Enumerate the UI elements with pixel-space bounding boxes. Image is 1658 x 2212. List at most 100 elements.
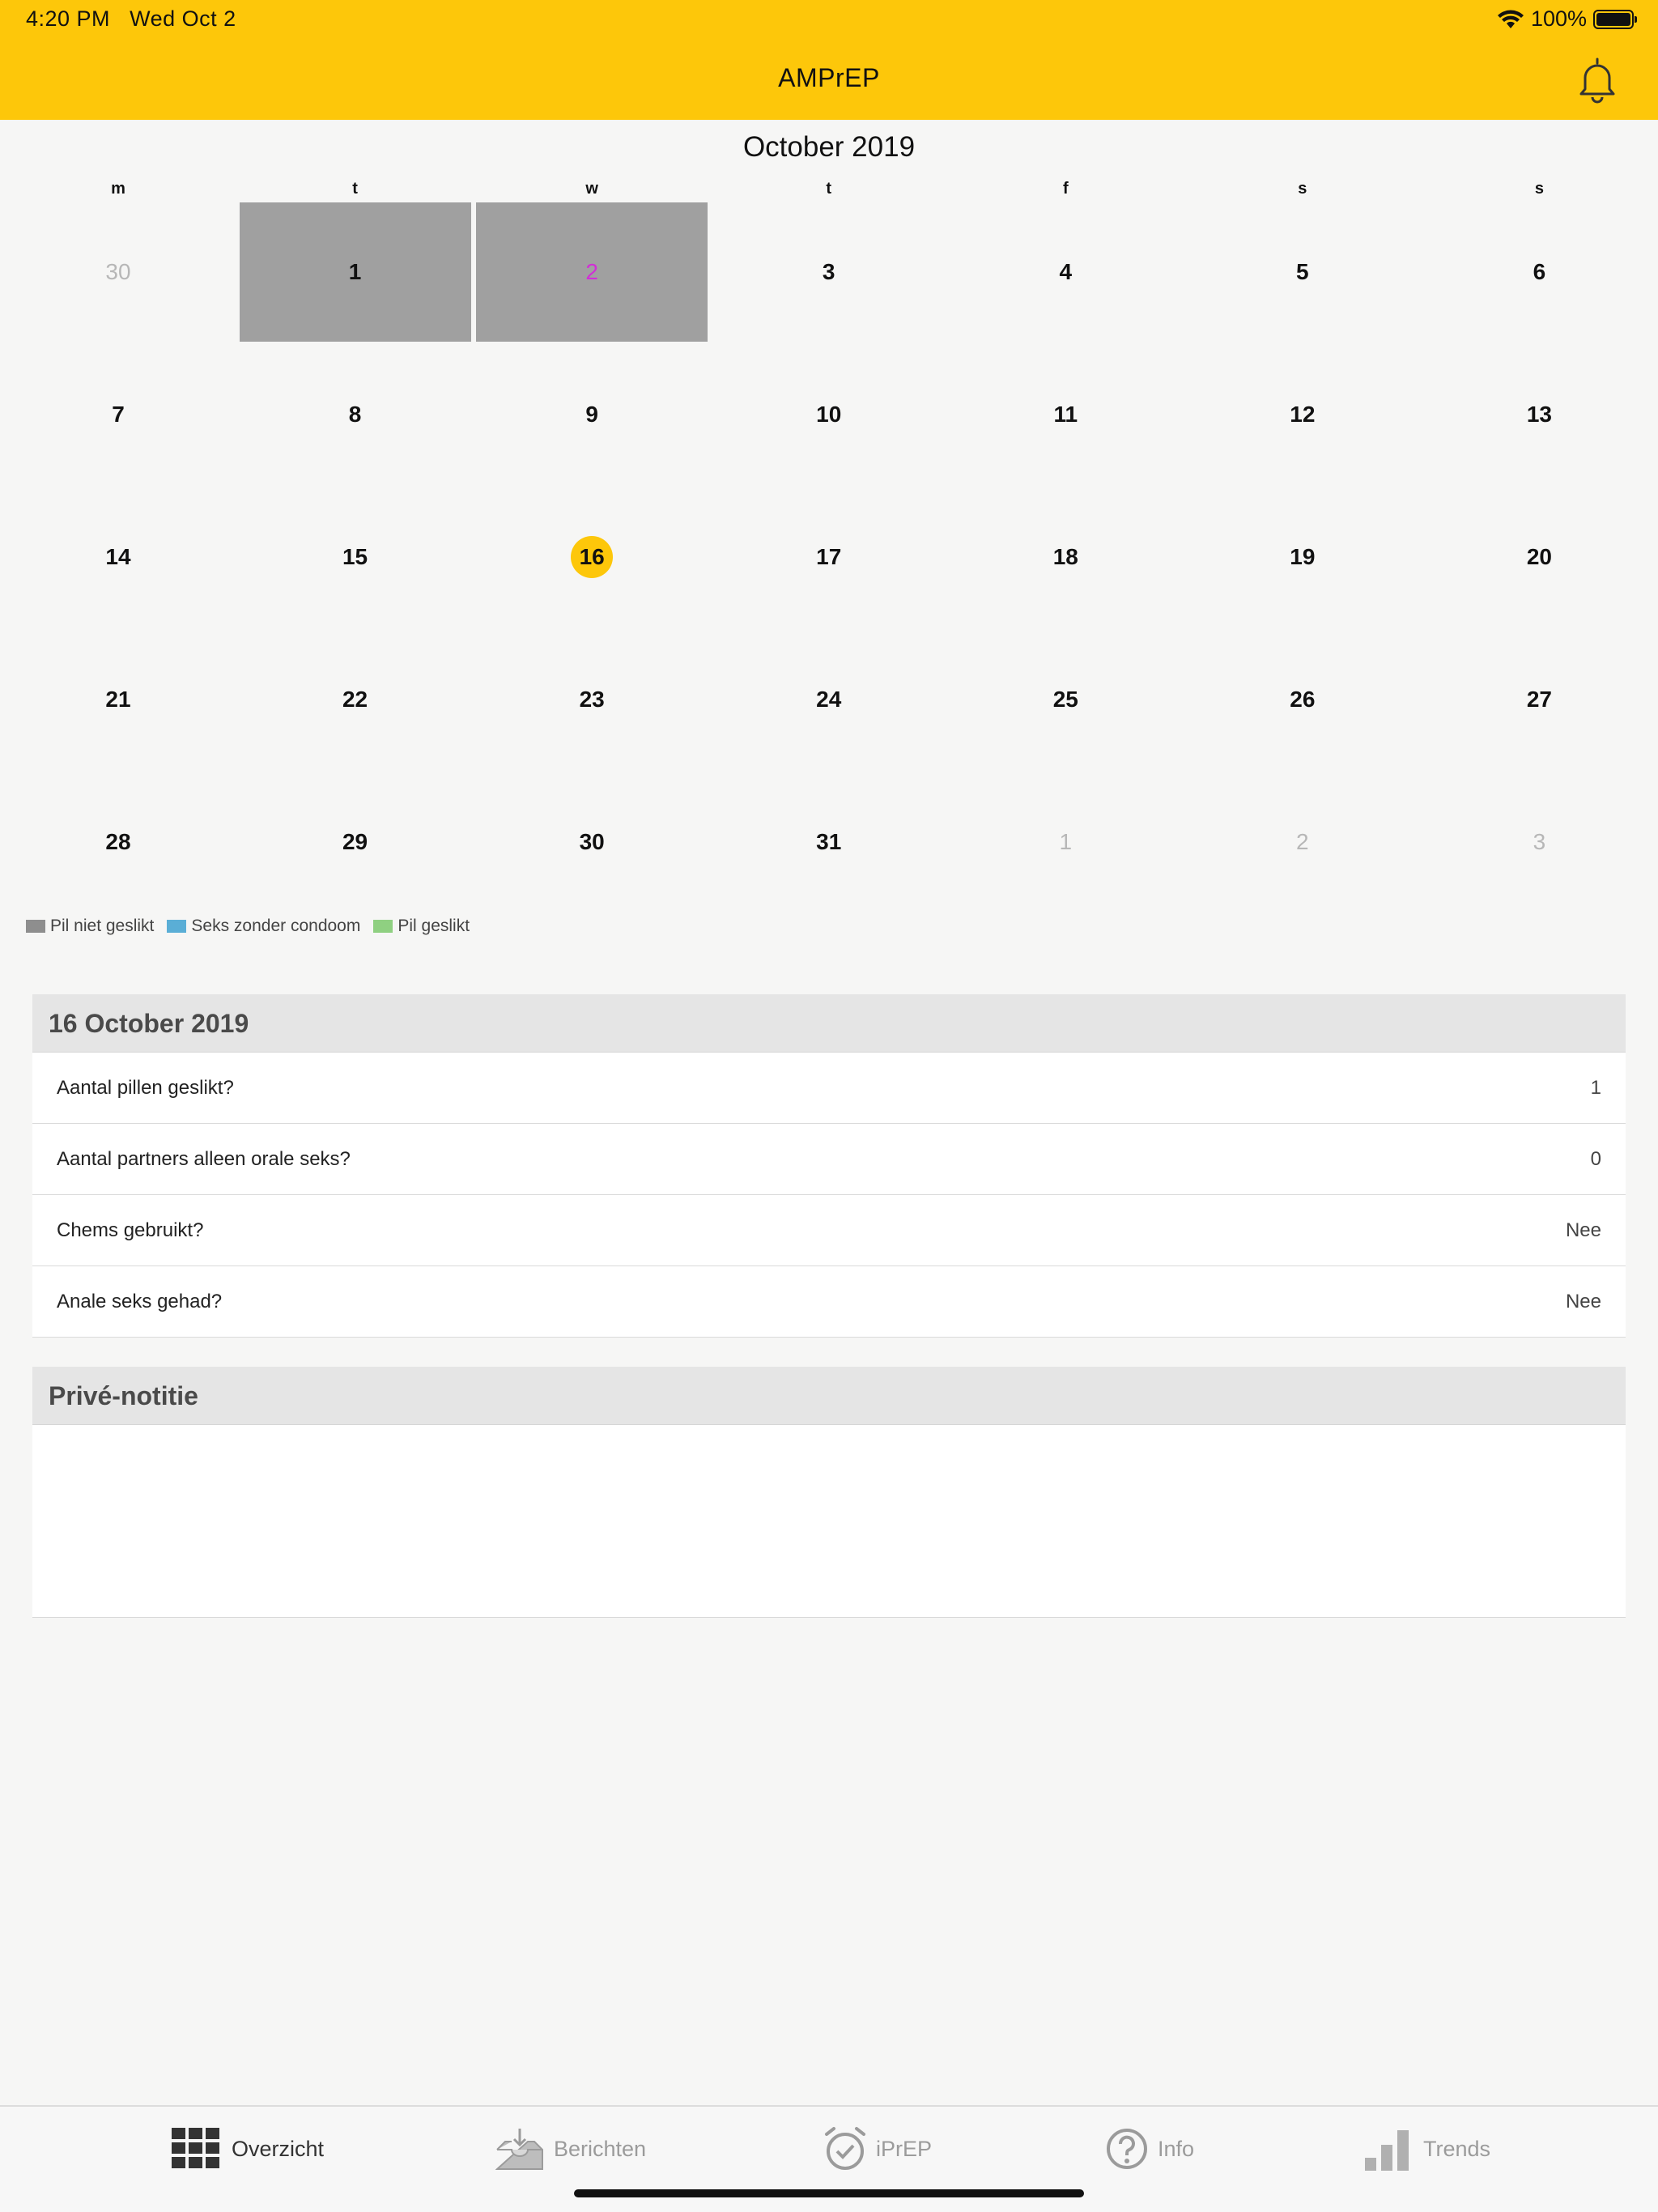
calendar-day-cell[interactable]: 25 bbox=[950, 630, 1181, 769]
home-indicator bbox=[574, 2189, 1084, 2197]
calendar-day-cell[interactable]: 18 bbox=[950, 487, 1181, 627]
calendar-day-cell[interactable]: 12 bbox=[1187, 345, 1418, 484]
day-number: 15 bbox=[342, 544, 368, 569]
calendar-day-cell[interactable]: 7 bbox=[2, 345, 234, 484]
legend-label: Pil niet geslikt bbox=[50, 917, 155, 935]
alarm-check-icon bbox=[825, 2127, 865, 2170]
legend: Pil niet geslikt Seks zonder condoom Pil g… bbox=[26, 917, 483, 936]
legend-label: Seks zonder condoom bbox=[191, 917, 361, 935]
calendar-day-cell[interactable]: 26 bbox=[1187, 630, 1418, 769]
calendar-day-cell[interactable]: 23 bbox=[476, 630, 708, 769]
calendar-day-cell[interactable]: 4 bbox=[950, 202, 1181, 342]
calendar-day-cell[interactable]: 10 bbox=[713, 345, 945, 484]
legend-swatch bbox=[167, 920, 187, 933]
weekday-label: s bbox=[1298, 180, 1307, 198]
day-number: 23 bbox=[579, 687, 605, 712]
today-marker: 16 bbox=[571, 536, 614, 578]
status-clock: 4:20 PM bbox=[26, 6, 111, 31]
calendar-day-cell[interactable]: 16 bbox=[476, 487, 708, 627]
detail-row[interactable]: Aantal pillen geslikt? 1 bbox=[32, 1053, 1626, 1124]
detail-row[interactable]: Anale seks gehad? Nee bbox=[32, 1266, 1626, 1338]
bell-icon[interactable] bbox=[1572, 55, 1622, 105]
weekday-label: w bbox=[585, 180, 598, 198]
detail-row[interactable]: Aantal partners alleen orale seks? 0 bbox=[32, 1124, 1626, 1195]
calendar-day-cell[interactable]: 2 bbox=[476, 202, 708, 342]
day-number: 19 bbox=[1290, 544, 1316, 569]
day-number: 3 bbox=[1533, 829, 1546, 854]
calendar-day-cell[interactable]: 27 bbox=[1423, 630, 1655, 769]
day-number: 9 bbox=[585, 402, 598, 427]
calendar-day-cell[interactable]: 3 bbox=[713, 202, 945, 342]
calendar-day-cell[interactable]: 29 bbox=[240, 772, 471, 912]
detail-row-label: Anale seks gehad? bbox=[57, 1290, 223, 1312]
legend-label: Pil geslikt bbox=[397, 917, 470, 935]
calendar-day-cell[interactable]: 20 bbox=[1423, 487, 1655, 627]
calendar-day-cell[interactable]: 1 bbox=[950, 772, 1181, 912]
detail-row[interactable]: Chems gebruikt? Nee bbox=[32, 1195, 1626, 1266]
status-date: Wed Oct 2 bbox=[130, 6, 236, 31]
status-time: 4:20 PM Wed Oct 2 bbox=[26, 6, 236, 32]
detail-row-label: Chems gebruikt? bbox=[57, 1219, 204, 1241]
calendar-day-cell[interactable]: 19 bbox=[1187, 487, 1418, 627]
legend-item: Pil geslikt bbox=[373, 917, 470, 936]
day-number: 20 bbox=[1526, 544, 1552, 569]
day-number: 7 bbox=[112, 402, 125, 427]
day-detail-title: 16 October 2019 bbox=[32, 994, 1626, 1053]
day-number: 17 bbox=[816, 544, 842, 569]
day-number: 31 bbox=[816, 829, 842, 854]
tab-label: Info bbox=[1158, 2136, 1195, 2161]
day-number: 21 bbox=[105, 687, 131, 712]
tab-info[interactable]: Info bbox=[1106, 2125, 1194, 2173]
private-note-field[interactable] bbox=[32, 1425, 1626, 1618]
calendar-day-cell[interactable]: 6 bbox=[1423, 202, 1655, 342]
calendar-day-cell[interactable]: 21 bbox=[2, 630, 234, 769]
calendar-day-cell[interactable]: 15 bbox=[240, 487, 471, 627]
day-number: 2 bbox=[585, 259, 598, 284]
day-number: 5 bbox=[1296, 259, 1309, 284]
day-number: 13 bbox=[1526, 402, 1552, 427]
tab-overzicht[interactable]: Overzicht bbox=[172, 2125, 324, 2173]
legend-swatch bbox=[373, 920, 393, 933]
calendar-day-cell[interactable]: 11 bbox=[950, 345, 1181, 484]
tab-label: Trends bbox=[1423, 2136, 1491, 2161]
calendar-day-cell[interactable]: 9 bbox=[476, 345, 708, 484]
day-number: 24 bbox=[816, 687, 842, 712]
calendar-day-cell[interactable]: 22 bbox=[240, 630, 471, 769]
calendar-day-cell[interactable]: 31 bbox=[713, 772, 945, 912]
tab-berichten[interactable]: Berichten bbox=[495, 2125, 646, 2173]
day-number: 18 bbox=[1052, 544, 1078, 569]
calendar-day-cell[interactable]: 14 bbox=[2, 487, 234, 627]
calendar-day-cell[interactable]: 24 bbox=[713, 630, 945, 769]
legend-swatch bbox=[26, 920, 45, 933]
detail-row-value: Nee bbox=[1565, 1219, 1601, 1241]
calendar-day-cell[interactable]: 8 bbox=[240, 345, 471, 484]
day-number: 4 bbox=[1059, 259, 1073, 284]
weekday-label: t bbox=[826, 180, 832, 198]
calendar-day-cell[interactable]: 2 bbox=[1187, 772, 1418, 912]
day-number: 1 bbox=[348, 259, 362, 284]
detail-row-label: Aantal partners alleen orale seks? bbox=[57, 1147, 351, 1170]
tab-iprep[interactable]: iPrEP bbox=[824, 2125, 932, 2173]
top-bar: 4:20 PM Wed Oct 2 100% AMPrEP bbox=[0, 0, 1658, 120]
tab-label: iPrEP bbox=[876, 2136, 933, 2161]
detail-row-value: 1 bbox=[1590, 1076, 1601, 1099]
calendar-day-cell[interactable]: 13 bbox=[1423, 345, 1655, 484]
legend-item: Seks zonder condoom bbox=[167, 917, 360, 936]
private-note-card: Privé-notitie bbox=[32, 1367, 1626, 1618]
tab-trends[interactable]: Trends bbox=[1365, 2125, 1490, 2173]
weekday-label: m bbox=[111, 180, 125, 198]
calendar-day-cell[interactable]: 5 bbox=[1187, 202, 1418, 342]
app-title: AMPrEP bbox=[778, 63, 880, 92]
calendar-day-cell[interactable]: 3 bbox=[1423, 772, 1655, 912]
bar-chart-icon bbox=[1365, 2130, 1409, 2171]
detail-row-value: 0 bbox=[1590, 1147, 1601, 1170]
calendar-day-cell[interactable]: 1 bbox=[239, 202, 471, 342]
day-number: 14 bbox=[105, 544, 131, 569]
calendar-day-cell[interactable]: 30 bbox=[476, 772, 708, 912]
calendar-day-cell[interactable]: 17 bbox=[713, 487, 945, 627]
day-number: 12 bbox=[1290, 402, 1316, 427]
battery-icon bbox=[1593, 9, 1637, 29]
legend-item: Pil niet geslikt bbox=[26, 917, 154, 936]
calendar-day-cell[interactable]: 28 bbox=[2, 772, 234, 912]
calendar-day-cell[interactable]: 30 bbox=[2, 202, 234, 342]
